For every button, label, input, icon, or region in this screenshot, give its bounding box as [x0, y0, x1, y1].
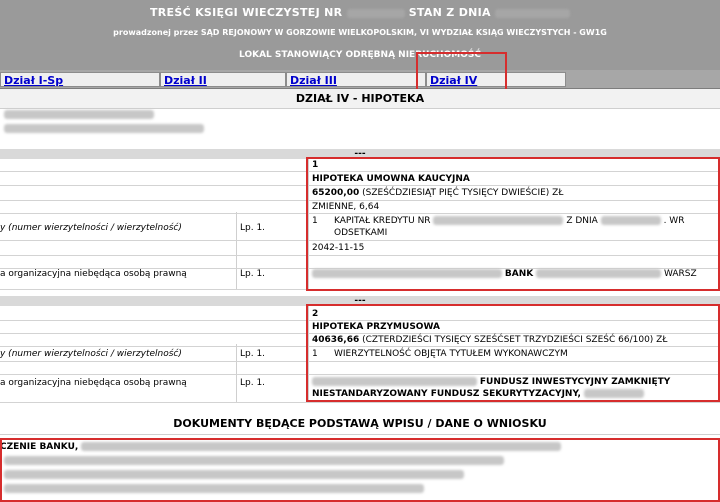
highlight-mortgage-1 — [306, 157, 720, 291]
section-tab-bar: Dział I-Sp Dział II Dział III Dział IV — [0, 70, 720, 89]
redacted-date — [495, 8, 570, 18]
lp-label: Lp. 1. — [240, 269, 266, 279]
header-property-type: LOKAL STANOWIĄCY ODRĘBNĄ NIERUCHOMOŚĆ — [239, 50, 481, 60]
tab-dzial-ii[interactable]: Dział II — [160, 72, 286, 87]
tab-dzial-iii-link[interactable]: Dział III — [290, 74, 337, 87]
header-state-label: STAN Z DNIA — [408, 6, 491, 19]
org-label: a organizacyjna niebędąca osobą prawną — [0, 269, 187, 279]
lp-label: Lp. 1. — [240, 223, 266, 233]
tab-dzial-i-sp-link[interactable]: Dział I-Sp — [4, 74, 63, 87]
header-title-line: TREŚĆ KSIĘGI WIECZYSTEJ NR STAN Z DNIA — [0, 6, 720, 19]
highlight-documents — [0, 438, 720, 502]
claims-label: y (numer wierzytelności / wierzytelność) — [0, 349, 182, 359]
documents-title: DOKUMENTY BĘDĄCE PODSTAWĄ WPISU / DANE O… — [0, 414, 720, 435]
org-label: a organizacyjna niebędąca osobą prawną — [0, 378, 187, 388]
tab-dzial-ii-link[interactable]: Dział II — [164, 74, 207, 87]
section-title: DZIAŁ IV - HIPOTEKA — [0, 89, 720, 109]
header-court-line: prowadzonej przez SĄD REJONOWY W GORZOWI… — [113, 28, 607, 37]
claims-label: y (numer wierzytelności / wierzytelność) — [0, 223, 182, 233]
header-title-prefix: TREŚĆ KSIĘGI WIECZYSTEJ NR — [149, 6, 343, 19]
redacted-book-number — [346, 8, 405, 18]
highlight-mortgage-2 — [306, 304, 720, 402]
register-header: TREŚĆ KSIĘGI WIECZYSTEJ NR STAN Z DNIA p… — [0, 0, 720, 70]
lp-label: Lp. 1. — [240, 349, 266, 359]
lp-label: Lp. 1. — [240, 378, 266, 388]
tab-dzial-iii[interactable]: Dział III — [286, 72, 426, 87]
tab-dzial-i-sp[interactable]: Dział I-Sp — [0, 72, 160, 87]
redacted-block — [4, 110, 204, 133]
